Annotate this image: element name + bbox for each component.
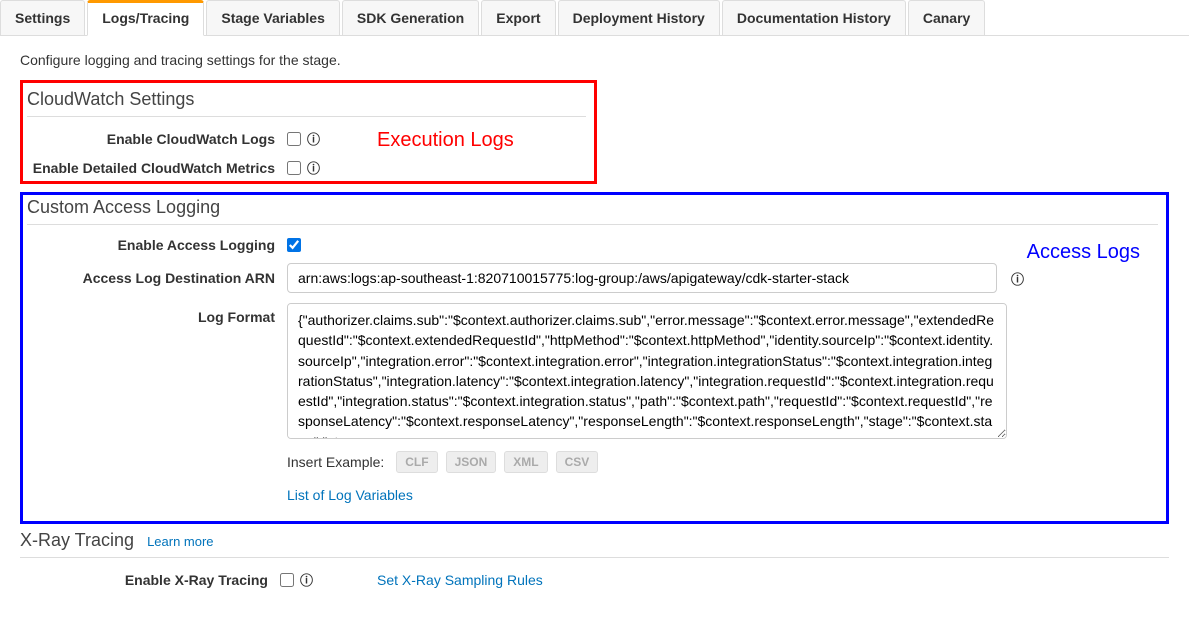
set-xray-sampling-rules-link[interactable]: Set X-Ray Sampling Rules — [377, 572, 543, 588]
access-log-arn-input[interactable] — [287, 263, 997, 293]
cloudwatch-title: CloudWatch Settings — [27, 89, 586, 117]
cloudwatch-section-highlight: CloudWatch Settings Execution Logs Enabl… — [20, 80, 597, 184]
log-format-textarea[interactable] — [287, 303, 1007, 439]
enable-access-logging-label: Enable Access Logging — [27, 237, 287, 253]
access-logging-section-highlight: Custom Access Logging Access Logs Enable… — [20, 192, 1169, 524]
info-icon[interactable] — [298, 570, 313, 589]
enable-xray-label: Enable X-Ray Tracing — [20, 572, 280, 588]
insert-csv-button[interactable]: CSV — [556, 451, 599, 473]
intro-text: Configure logging and tracing settings f… — [20, 52, 1169, 68]
xray-title-text: X-Ray Tracing — [20, 530, 134, 550]
enable-cloudwatch-logs-label: Enable CloudWatch Logs — [27, 131, 287, 147]
access-logging-title: Custom Access Logging — [27, 195, 1158, 225]
tab-sdk-generation[interactable]: SDK Generation — [342, 0, 479, 35]
insert-clf-button[interactable]: CLF — [396, 451, 437, 473]
tab-canary[interactable]: Canary — [908, 0, 985, 35]
enable-detailed-metrics-label: Enable Detailed CloudWatch Metrics — [27, 160, 287, 176]
page-content: Configure logging and tracing settings f… — [0, 36, 1189, 625]
info-icon[interactable] — [305, 129, 320, 148]
insert-example-label: Insert Example: — [287, 454, 384, 470]
xray-title: X-Ray Tracing Learn more — [20, 530, 1169, 558]
list-of-log-variables-link[interactable]: List of Log Variables — [287, 487, 413, 503]
tab-logs-tracing[interactable]: Logs/Tracing — [87, 0, 204, 36]
tab-stage-variables[interactable]: Stage Variables — [206, 0, 340, 35]
info-icon[interactable] — [305, 158, 320, 177]
tab-documentation-history[interactable]: Documentation History — [722, 0, 906, 35]
xray-learn-more-link[interactable]: Learn more — [147, 534, 213, 549]
tab-deployment-history[interactable]: Deployment History — [558, 0, 720, 35]
enable-cloudwatch-logs-checkbox[interactable] — [287, 132, 301, 146]
tab-bar: Settings Logs/Tracing Stage Variables SD… — [0, 0, 1189, 36]
access-log-arn-label: Access Log Destination ARN — [27, 270, 287, 286]
enable-detailed-metrics-checkbox[interactable] — [287, 161, 301, 175]
tab-export[interactable]: Export — [481, 0, 555, 35]
enable-access-logging-checkbox[interactable] — [287, 238, 301, 252]
log-format-label: Log Format — [27, 303, 287, 325]
info-icon[interactable] — [1009, 269, 1024, 288]
insert-json-button[interactable]: JSON — [446, 451, 497, 473]
insert-xml-button[interactable]: XML — [504, 451, 547, 473]
enable-xray-checkbox[interactable] — [280, 573, 294, 587]
tab-settings[interactable]: Settings — [0, 0, 85, 35]
